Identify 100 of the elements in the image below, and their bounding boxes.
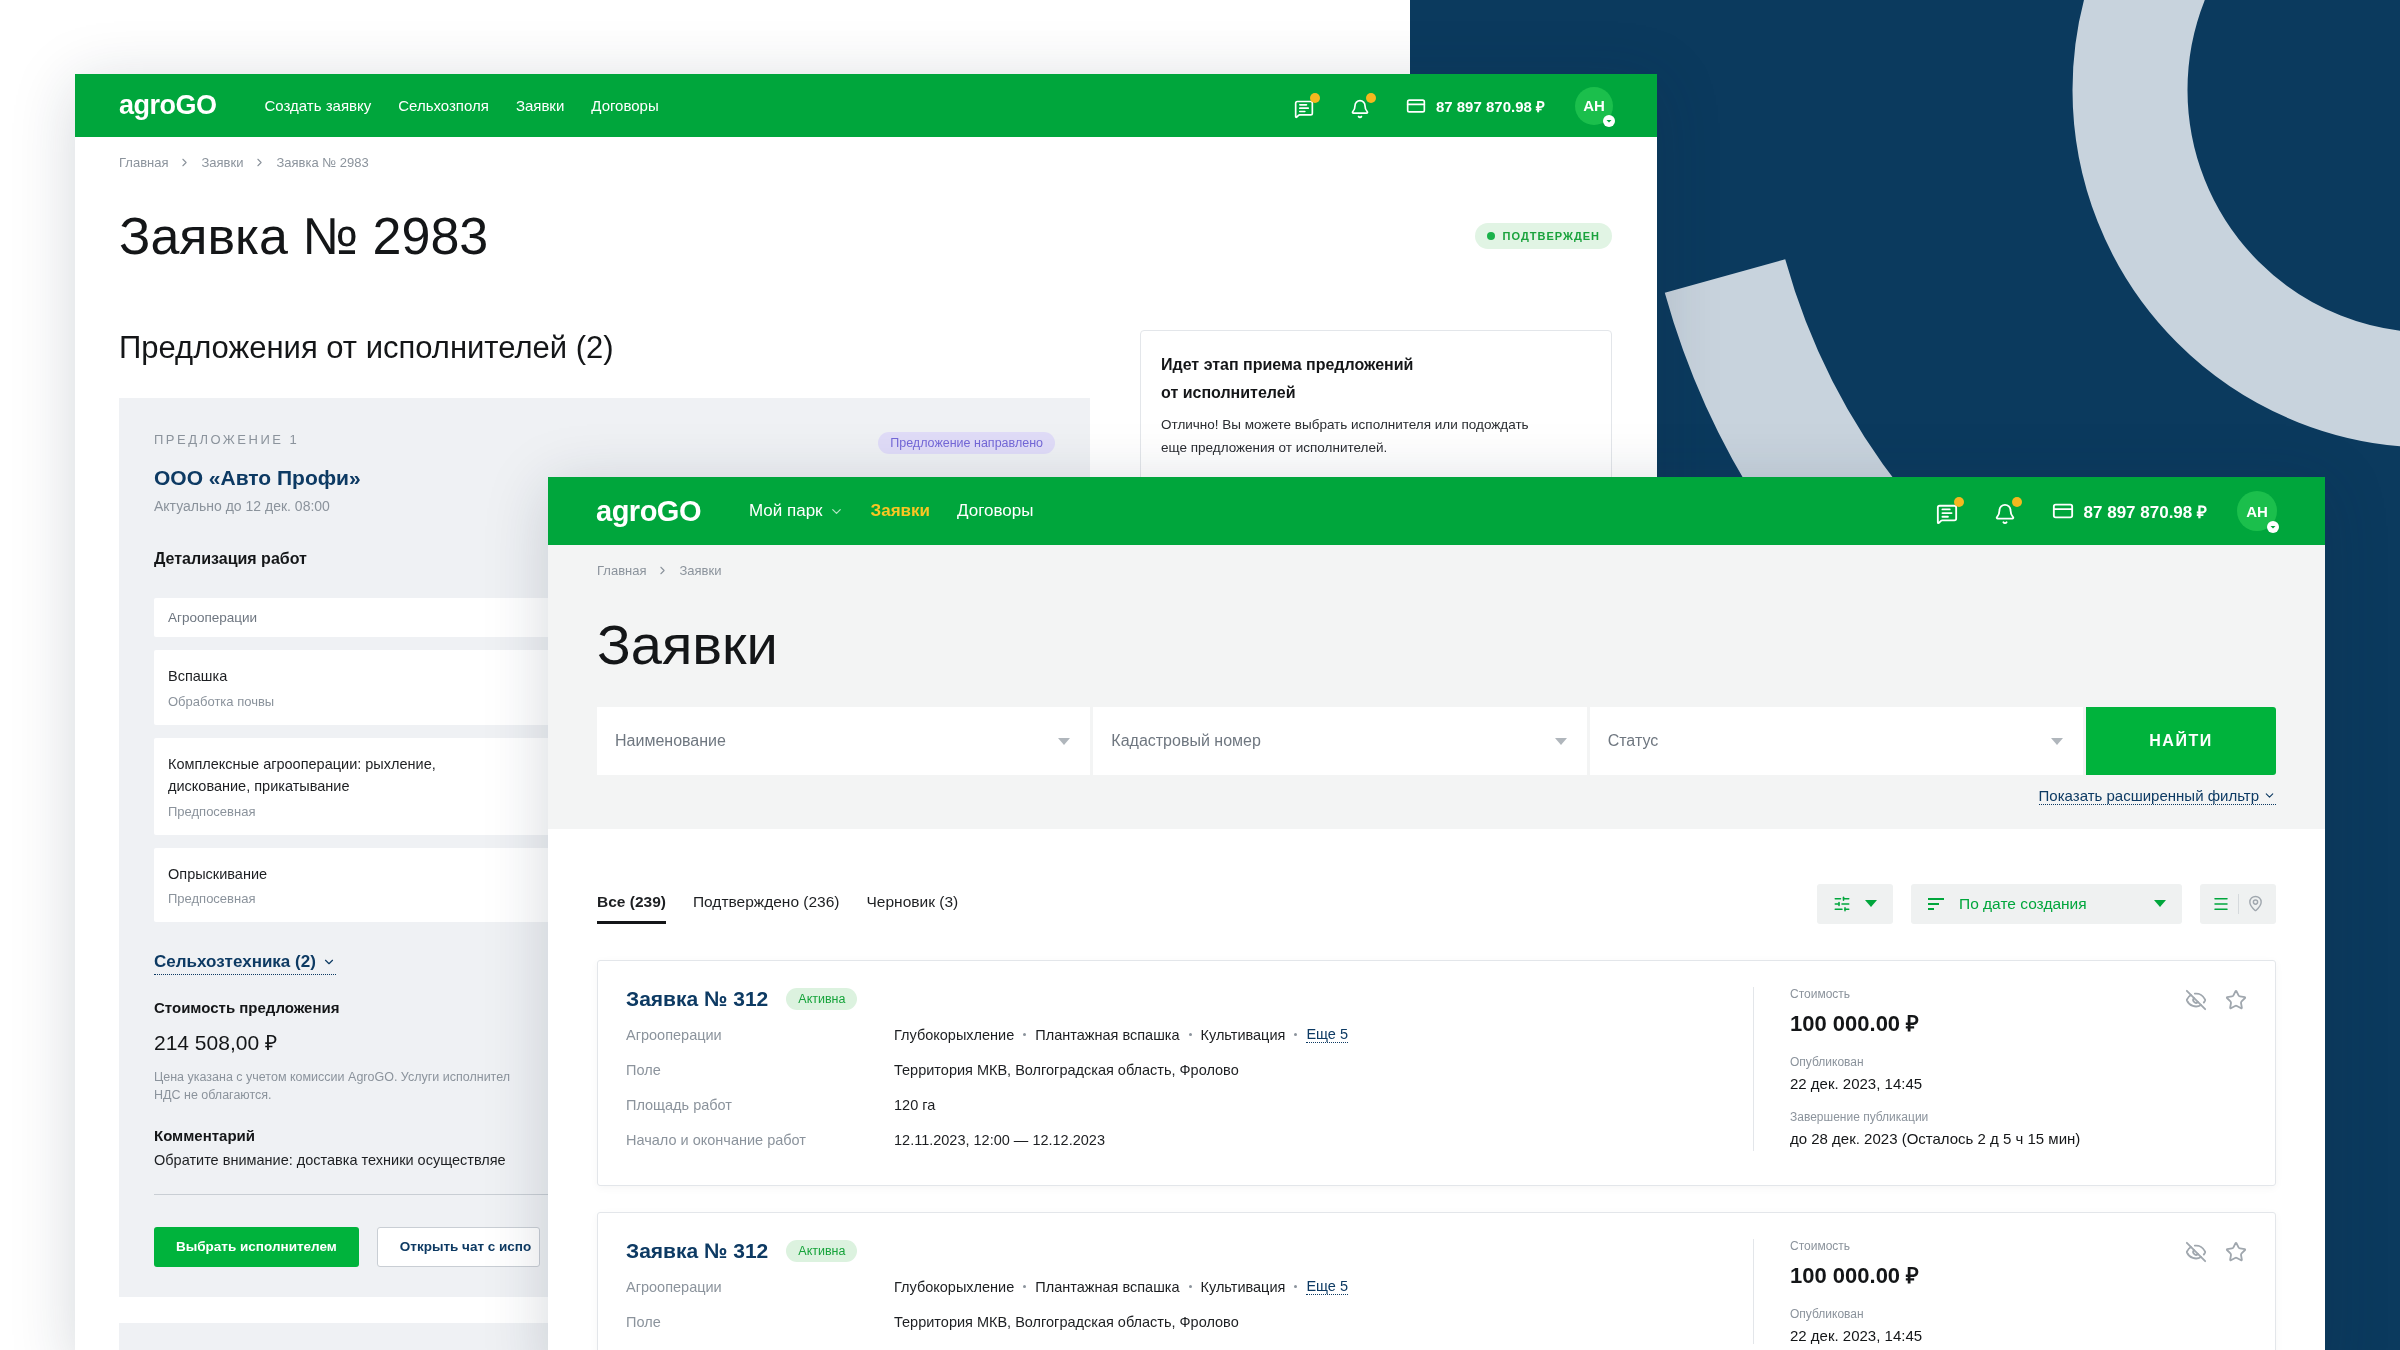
request-title[interactable]: Заявка № 312	[626, 1239, 769, 1263]
meta-label: Стоимость	[1790, 1239, 1852, 1253]
operation-name: Глубокорыхление	[894, 1278, 1015, 1295]
search-button[interactable]: НАЙТИ	[2086, 707, 2276, 775]
breadcrumb-link[interactable]: Заявка № 2983	[276, 155, 369, 170]
price-note: Цена указана с учетом комиссии AgroGO. Услуги исполнител НДС не облагаются.	[154, 1069, 511, 1105]
field-value: 120 га	[894, 1096, 936, 1113]
meta-label: Стоимость	[1790, 987, 1852, 1001]
map-pin-icon[interactable]	[2247, 895, 2264, 912]
tab[interactable]: Все (239)	[597, 883, 666, 924]
more-link[interactable]: Еще 5	[1306, 1026, 1348, 1043]
machinery-link[interactable]: Сельхозтехника (2)	[154, 952, 336, 976]
field-value: Территория МКВ, Волгоградская область, Фролово	[894, 1313, 1239, 1330]
tab[interactable]: Подтверждено (236)	[692, 883, 840, 924]
offer-status-badge: Предложение направлено	[878, 432, 1055, 454]
eye-off-icon[interactable]	[2185, 1241, 2207, 1263]
caret-icon	[2154, 900, 2166, 907]
request-price: 100 000.00 ₽	[1790, 1010, 1921, 1037]
caret-icon	[1865, 900, 1877, 907]
field-value: 12.11.2023, 12:00 — 12.12.2023	[894, 1131, 1105, 1148]
field-label: Поле	[626, 1061, 662, 1078]
avatar[interactable]: АН	[1575, 86, 1613, 125]
request-price: 100 000.00 ₽	[1790, 1262, 1921, 1289]
chat-icon[interactable]	[1935, 497, 1964, 525]
status-badge: Активна	[786, 1240, 858, 1262]
breadcrumb-link[interactable]: Главная	[597, 563, 647, 578]
work-category: Предпосевная	[168, 891, 256, 907]
field-label: Начало и окончание работ	[626, 1131, 807, 1148]
meta-label: Завершение публикации	[1790, 1110, 1930, 1124]
filter-dropdown[interactable]: Наименование	[597, 707, 1091, 775]
offer-label: ПРЕДЛОЖЕНИЕ 1	[154, 432, 300, 447]
nav-link[interactable]: Сельхозполя	[398, 97, 489, 114]
work-name: Опрыскивание	[168, 864, 269, 884]
sort-icon	[1927, 896, 1945, 911]
work-name: Комплексные агрооперации: рыхление, дискование, прикатывание	[168, 755, 437, 796]
filter-options-button[interactable]	[1817, 883, 1893, 924]
status-badge: Активна	[786, 988, 858, 1010]
field-label: Агрооперации	[626, 1278, 723, 1295]
details-title: Детализация работ	[154, 550, 307, 569]
logo[interactable]: agroGO	[596, 494, 701, 528]
caret-icon	[1554, 738, 1567, 745]
operation-name: Культивация	[1200, 1278, 1286, 1295]
meta-label: Опубликован	[1790, 1055, 1865, 1069]
star-icon[interactable]	[2225, 1241, 2247, 1263]
offer-price: 214 508,00 ₽	[154, 1030, 277, 1057]
work-category: Предпосевная	[168, 803, 256, 819]
operation-name: Плантажная вспашка	[1035, 1278, 1180, 1295]
advanced-filter-link[interactable]: Показать расширенный фильтр	[2038, 787, 2276, 805]
section-title: Предложения от исполнителей (2)	[119, 330, 615, 366]
field-value: Территория МКВ, Волгоградская область, Фролово	[894, 1061, 1239, 1078]
meta-value: 22 дек. 2023, 14:45	[1790, 1075, 1924, 1092]
operation-name: Плантажная вспашка	[1035, 1026, 1180, 1043]
request-title[interactable]: Заявка № 312	[626, 987, 769, 1011]
field-label: Поле	[626, 1313, 662, 1330]
nav-link[interactable]: Создать заявку	[264, 97, 372, 114]
balance-amount: 87 897 870.98 ₽	[1435, 96, 1545, 116]
sliders-icon	[1833, 894, 1851, 913]
filter-dropdown[interactable]: Кадастровый номер	[1093, 707, 1587, 775]
breadcrumb-link[interactable]: Заявки	[201, 155, 244, 170]
sort-dropdown[interactable]: По дате создания	[1911, 883, 2182, 924]
operation-name: Культивация	[1200, 1026, 1286, 1043]
bell-icon[interactable]	[1349, 92, 1376, 119]
info-title: Идет этап приема предложений от исполнителей	[1161, 355, 1415, 403]
nav-link[interactable]: Договоры	[591, 97, 659, 114]
breadcrumb-link[interactable]: Главная	[119, 155, 169, 170]
logo[interactable]: agroGO	[119, 90, 217, 121]
bell-icon[interactable]	[1993, 497, 2022, 525]
caret-icon	[1058, 738, 1071, 745]
eye-off-icon[interactable]	[2185, 989, 2207, 1011]
select-button[interactable]: Выбрать исполнителем	[154, 1226, 359, 1267]
chat-button[interactable]: Открыть чат с испо	[376, 1226, 541, 1267]
balance-amount: 87 897 870.98 ₽	[2083, 501, 2207, 523]
meta-label: Опубликован	[1790, 1307, 1865, 1321]
info-text: Отлично! Вы можете выбрать исполнителя или подождать еще предложения от исполнителей.	[1161, 416, 1530, 457]
avatar[interactable]: АН	[2237, 491, 2277, 531]
field-label: Агрооперации	[626, 1026, 723, 1043]
tab[interactable]: Черновик (3)	[866, 883, 959, 924]
company-name: ООО «Авто Профи»	[154, 466, 361, 490]
valid-until: Актуально до 12 дек. 08:00	[154, 497, 330, 516]
nav-link[interactable]: Заявки	[870, 501, 930, 521]
comment-text: Обратите внимание: доставка техники осуществляе	[154, 1151, 506, 1168]
page-title: Заявка № 2983	[119, 206, 489, 266]
meta-value: 22 дек. 2023, 14:45	[1790, 1327, 1923, 1344]
more-link[interactable]: Еще 5	[1306, 1278, 1348, 1295]
filter-dropdown[interactable]: Статус	[1589, 707, 2083, 775]
price-label: Стоимость предложения	[154, 999, 340, 1017]
nav-link[interactable]: Мой парк	[748, 501, 844, 521]
chat-icon[interactable]	[1293, 92, 1320, 119]
operation-name: Глубокорыхление	[894, 1026, 1015, 1043]
breadcrumb-link[interactable]: Заявки	[679, 563, 722, 578]
nav-link[interactable]: Договоры	[957, 501, 1034, 521]
star-icon[interactable]	[2225, 989, 2247, 1011]
caret-icon	[2051, 738, 2063, 745]
work-name: Вспашка	[168, 667, 229, 687]
nav-link[interactable]: Заявки	[515, 97, 565, 114]
work-category: Обработка почвы	[168, 694, 275, 710]
status-badge: ПОДТВЕРЖДЕН	[1474, 223, 1612, 249]
field-label: Площадь работ	[626, 1096, 733, 1113]
meta-value: до 28 дек. 2023 (Осталось 2 д 5 ч 15 мин)	[1790, 1130, 2081, 1147]
comment-label: Комментарий	[154, 1126, 255, 1144]
